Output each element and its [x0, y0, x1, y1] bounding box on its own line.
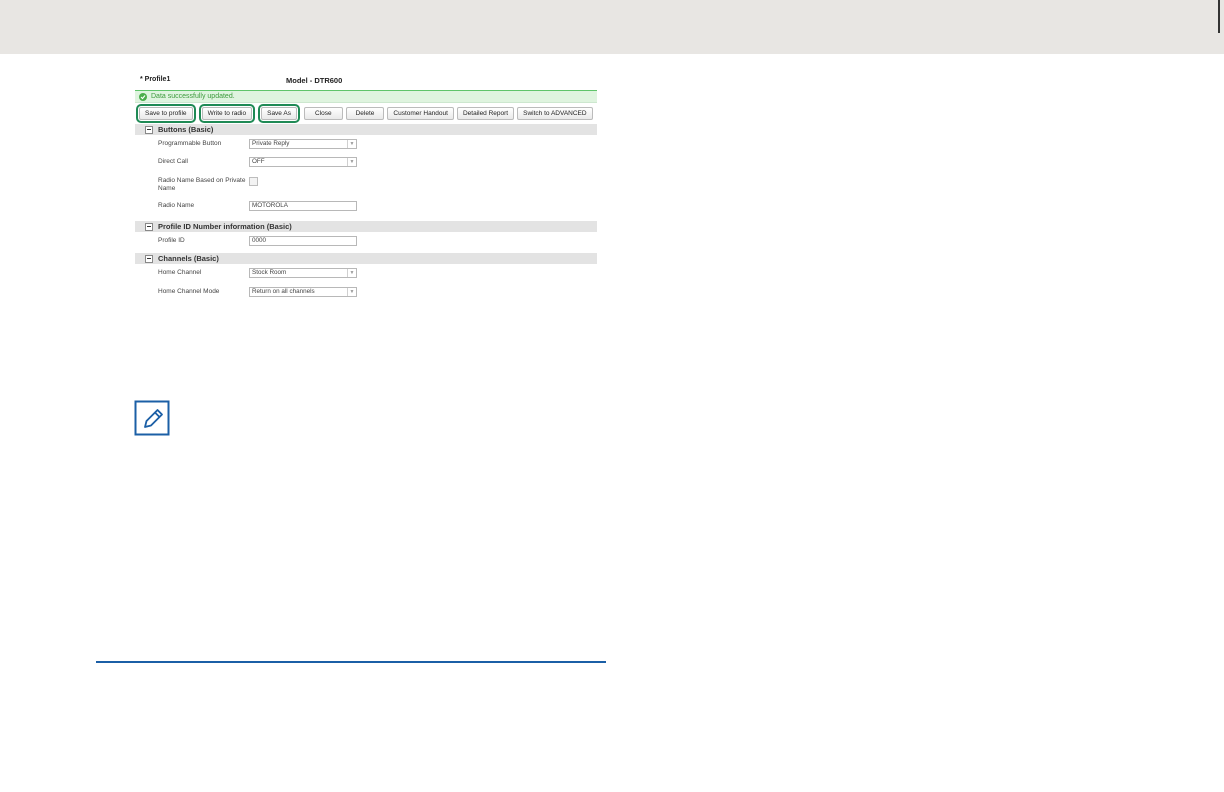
note-pencil-icon [134, 400, 170, 436]
chevron-down-icon[interactable]: ▼ [347, 269, 356, 277]
chevron-down-icon[interactable]: ▼ [347, 158, 356, 166]
delete-button[interactable]: Delete [345, 106, 385, 120]
collapse-minus-icon[interactable] [145, 125, 153, 134]
field-label: Home Channel Mode [158, 288, 220, 295]
buttons-section-body: Programmable Button Private Reply ▼ Dire… [135, 135, 597, 220]
select-value: Stock Room [252, 269, 287, 276]
radio-name-input[interactable]: MOTOROLA [249, 201, 357, 211]
home-channel-select[interactable]: Stock Room ▼ [249, 268, 357, 278]
model-title: Model - DTR600 [286, 76, 343, 85]
switch-advanced-button[interactable]: Switch to ADVANCED [517, 106, 593, 120]
channels-section-body: Home Channel Stock Room ▼ Home Channel M… [135, 264, 597, 304]
page-header-band [0, 0, 1224, 54]
section-title: Profile ID Number information (Basic) [158, 222, 292, 231]
select-value: Private Reply [252, 140, 290, 147]
direct-call-select[interactable]: OFF ▼ [249, 157, 357, 167]
profile-id-section-body: Profile ID 0000 [135, 232, 597, 252]
section-header-profile-id[interactable]: Profile ID Number information (Basic) [135, 221, 597, 232]
check-circle-icon [139, 92, 147, 101]
radio-name-based-checkbox[interactable] [249, 177, 258, 186]
customer-handout-button[interactable]: Customer Handout [387, 106, 454, 120]
chevron-down-icon[interactable]: ▼ [347, 140, 356, 148]
field-label: Radio Name [158, 202, 195, 209]
section-divider-rule [96, 661, 606, 663]
write-to-radio-button[interactable]: Write to radio [198, 103, 256, 123]
status-banner: Data successfully updated. [135, 90, 597, 103]
radio-profile-editor: * Profile1 Model - DTR600 Data successfu… [135, 72, 597, 304]
header-edge-mark [1218, 0, 1220, 33]
save-as-button[interactable]: Save As [258, 103, 300, 123]
profile-name: * Profile1 [140, 76, 171, 83]
section-header-buttons[interactable]: Buttons (Basic) [135, 124, 597, 135]
detailed-report-button[interactable]: Detailed Report [456, 106, 515, 120]
profile-id-input[interactable]: 0000 [249, 236, 357, 246]
section-title: Buttons (Basic) [158, 125, 214, 134]
section-header-channels[interactable]: Channels (Basic) [135, 253, 597, 264]
status-message: Data successfully updated. [151, 93, 235, 100]
home-channel-mode-select[interactable]: Return on all channels ▼ [249, 287, 357, 297]
programmable-button-select[interactable]: Private Reply ▼ [249, 139, 357, 149]
chevron-down-icon[interactable]: ▼ [347, 288, 356, 296]
save-to-profile-button[interactable]: Save to profile [136, 103, 196, 123]
section-title: Channels (Basic) [158, 254, 219, 263]
select-value: Return on all channels [252, 288, 315, 295]
select-value: OFF [252, 158, 265, 165]
collapse-minus-icon[interactable] [145, 254, 153, 263]
action-toolbar: Save to profile Write to radio Save As C… [135, 103, 597, 123]
field-label: Radio Name Based on Private Name [158, 177, 246, 192]
field-label: Home Channel [158, 269, 202, 276]
editor-title-row: * Profile1 Model - DTR600 [135, 72, 597, 90]
field-label: Direct Call [158, 158, 188, 165]
field-label: Programmable Button [158, 140, 222, 147]
close-button[interactable]: Close [303, 106, 343, 120]
field-label: Profile ID [158, 237, 185, 244]
collapse-minus-icon[interactable] [145, 222, 153, 231]
